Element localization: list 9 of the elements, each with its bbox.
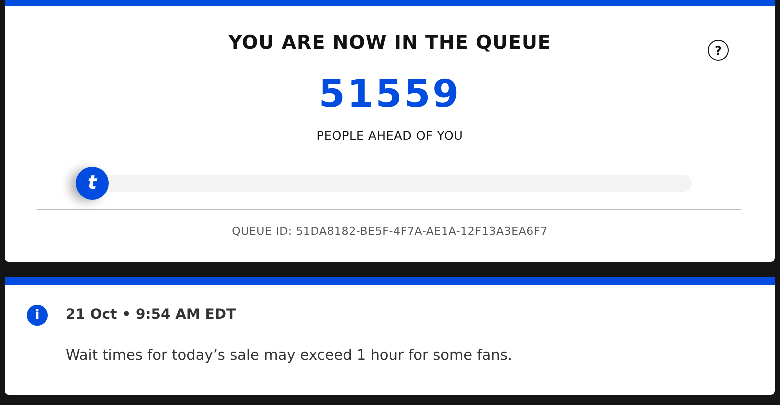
people-ahead-count: 51559 (318, 74, 462, 113)
queue-id: QUEUE ID: 51DA8182-BE5F-4F7A-AE1A-12F13A3EA6F7 (231, 224, 549, 240)
notice-message: Wait times for today’s sale may exceed 1 hour for some fans. (66, 347, 514, 366)
notice-date: 21 Oct • 9:54 AM EDT (66, 306, 236, 325)
help-icon[interactable]: ? (708, 40, 729, 61)
info-icon: i (27, 305, 48, 326)
queue-title: YOU ARE NOW IN THE QUEUE (228, 32, 552, 55)
progress-thumb: t (76, 166, 109, 200)
people-ahead-label: PEOPLE AHEAD OF YOU (316, 128, 464, 145)
